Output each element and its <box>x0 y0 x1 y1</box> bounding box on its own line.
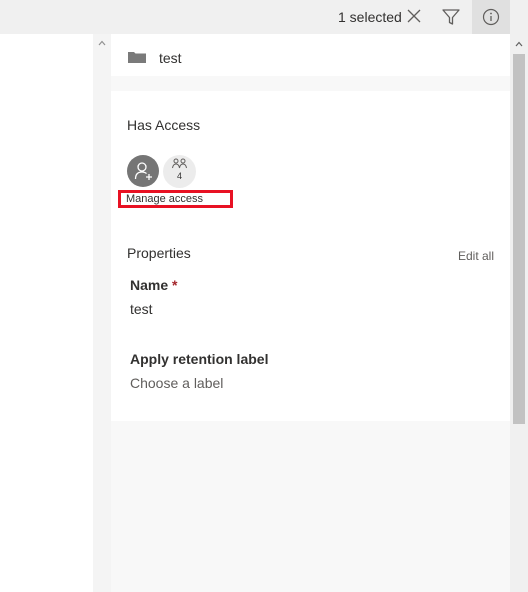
retention-label-picker[interactable]: Choose a label <box>130 375 223 391</box>
scrollbar-thumb[interactable] <box>513 54 525 424</box>
close-icon <box>407 9 421 23</box>
info-pane-button[interactable] <box>472 0 510 34</box>
retention-field-label: Apply retention label <box>130 351 269 367</box>
clear-selection-button[interactable] <box>404 6 424 26</box>
shared-link-avatar[interactable]: 4 <box>163 155 196 188</box>
person-add-icon <box>134 162 152 180</box>
file-header: test <box>111 34 510 76</box>
owner-avatar[interactable] <box>127 155 159 187</box>
name-label-text: Name <box>130 277 169 293</box>
name-field-label: Name * <box>130 277 177 293</box>
details-pane: test Has Access 4 Manage access Properti… <box>111 34 510 592</box>
command-bar: 1 selected <box>0 0 528 34</box>
name-field-value[interactable]: test <box>130 301 153 317</box>
manage-access-label: Manage access <box>126 193 204 205</box>
shared-count: 4 <box>176 171 182 181</box>
has-access-section: Has Access 4 Manage access <box>111 91 510 231</box>
properties-title: Properties <box>127 245 191 261</box>
edit-all-button[interactable]: Edit all <box>458 249 494 263</box>
folder-icon <box>128 52 146 63</box>
properties-section: Properties Edit all Name * test Apply re… <box>111 231 510 421</box>
list-scrollbar[interactable] <box>93 34 111 592</box>
has-access-title: Has Access <box>127 117 201 133</box>
required-marker: * <box>172 277 178 293</box>
info-icon <box>482 8 500 26</box>
filter-icon <box>442 9 460 25</box>
file-name: test <box>159 50 182 66</box>
people-icon <box>172 158 187 169</box>
file-list-area <box>0 34 93 592</box>
chevron-up-icon[interactable] <box>97 38 107 48</box>
manage-access-link[interactable]: Manage access <box>118 190 233 208</box>
selection-count: 1 selected <box>338 9 402 25</box>
pane-scrollbar[interactable] <box>510 34 528 592</box>
chevron-up-icon[interactable] <box>514 39 524 49</box>
filter-button[interactable] <box>440 6 462 28</box>
